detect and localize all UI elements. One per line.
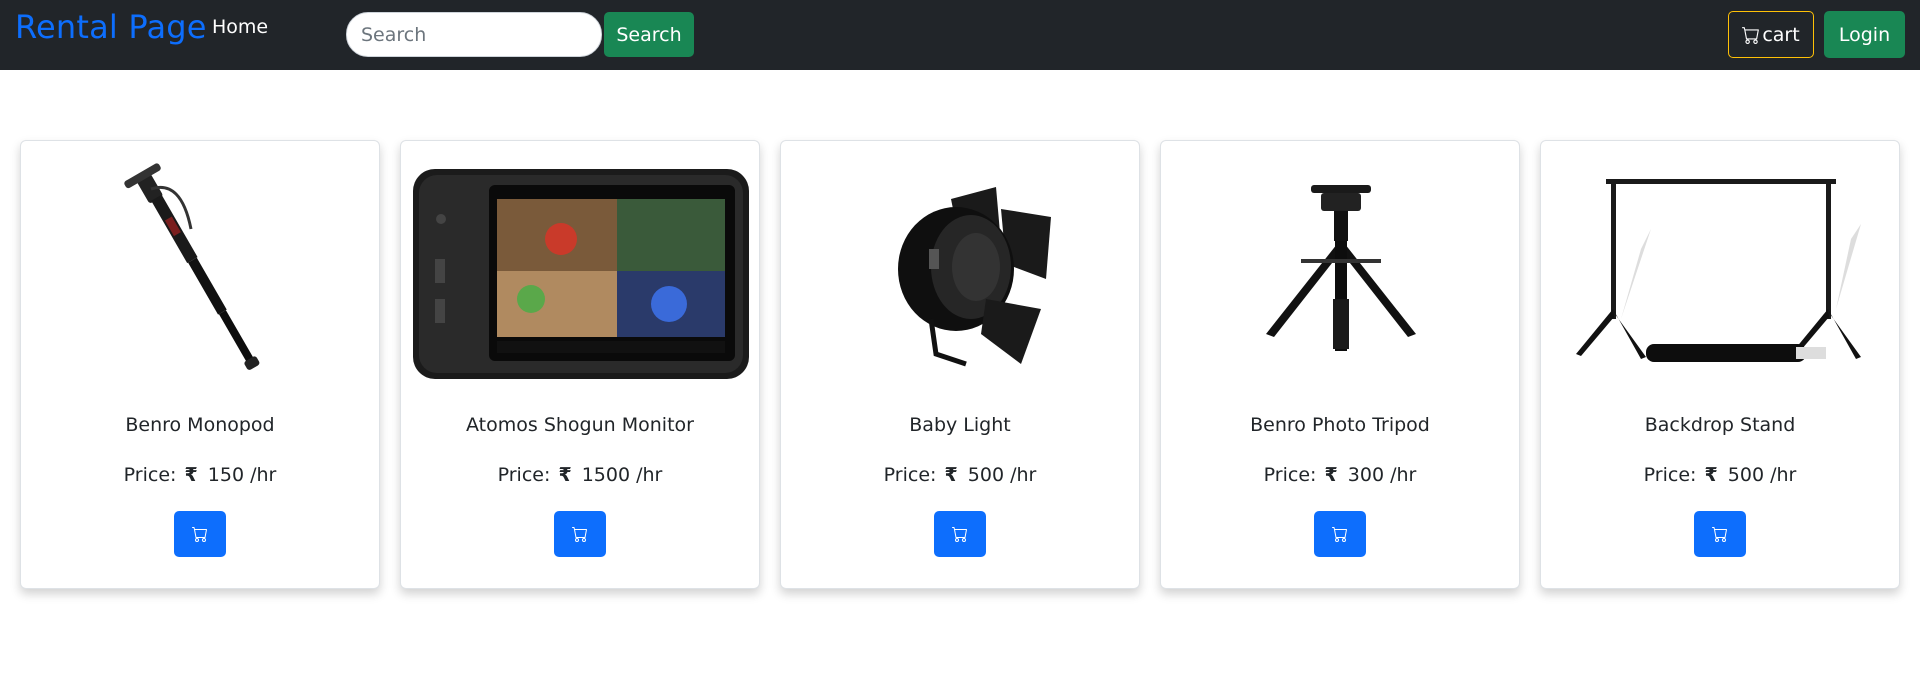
add-to-cart-button[interactable]: [1314, 511, 1366, 557]
product-price: Price: ₹ 1500 /hr: [401, 464, 759, 486]
price-value: 1500 /hr: [581, 464, 663, 486]
product-card: Baby Light Price: ₹ 500 /hr: [780, 140, 1140, 589]
rupee-icon: ₹: [944, 464, 958, 486]
add-to-cart-button[interactable]: [174, 511, 226, 557]
monopod-image: [124, 163, 260, 370]
product-price: Price: ₹ 500 /hr: [1541, 464, 1899, 486]
rupee-icon: ₹: [558, 464, 572, 486]
price-value: 500 /hr: [967, 464, 1037, 486]
product-card: Benro Photo Tripod Price: ₹ 300 /hr: [1160, 140, 1520, 589]
login-button[interactable]: Login: [1824, 11, 1905, 58]
tripod-image: [1266, 185, 1416, 351]
product-name: Baby Light: [909, 414, 1011, 436]
price-label: Price:: [497, 464, 551, 486]
product-name: Benro Photo Tripod: [1250, 414, 1430, 436]
price-value: 150 /hr: [207, 464, 277, 486]
product-name: Benro Monopod: [125, 414, 275, 436]
add-to-cart-button[interactable]: [554, 511, 606, 557]
cart-icon: [1332, 527, 1347, 542]
product-price: Price: ₹ 150 /hr: [21, 464, 379, 486]
product-name: Atomos Shogun Monitor: [466, 414, 694, 436]
add-to-cart-button[interactable]: [934, 511, 986, 557]
price-value: 300 /hr: [1347, 464, 1417, 486]
product-card: Atomos Shogun Monitor Price: ₹ 1500 /hr: [400, 140, 760, 589]
navbar: Rental Page Home Search cart Login: [0, 0, 1920, 70]
cart-icon: [192, 527, 207, 542]
monitor-image: [413, 169, 749, 379]
cart-icon: [952, 527, 967, 542]
price-label: Price:: [883, 464, 937, 486]
cart-button[interactable]: cart: [1728, 11, 1814, 58]
backdrop-stand-image: [1576, 179, 1861, 362]
rupee-icon: ₹: [1704, 464, 1718, 486]
rupee-icon: ₹: [1324, 464, 1338, 486]
price-label: Price:: [1643, 464, 1697, 486]
price-label: Price:: [123, 464, 177, 486]
cart-icon: [572, 527, 587, 542]
add-to-cart-button[interactable]: [1694, 511, 1746, 557]
price-label: Price:: [1263, 464, 1317, 486]
cart-icon: [1712, 527, 1727, 542]
product-price: Price: ₹ 500 /hr: [781, 464, 1139, 486]
cart-button-label: cart: [1762, 23, 1800, 46]
nav-link-home[interactable]: Home: [212, 16, 268, 38]
rupee-icon: ₹: [184, 464, 198, 486]
cart-icon: [1742, 26, 1760, 44]
search-button[interactable]: Search: [604, 12, 694, 57]
product-card: Backdrop Stand Price: ₹ 500 /hr: [1540, 140, 1900, 589]
product-price: Price: ₹ 300 /hr: [1161, 464, 1519, 486]
product-name: Backdrop Stand: [1644, 414, 1796, 436]
studio-light-image: [898, 187, 1051, 367]
search-input[interactable]: [346, 12, 602, 57]
brand-logo[interactable]: Rental Page: [15, 8, 207, 46]
product-card: Benro Monopod Price: ₹ 150 /hr: [20, 140, 380, 589]
price-value: 500 /hr: [1727, 464, 1797, 486]
